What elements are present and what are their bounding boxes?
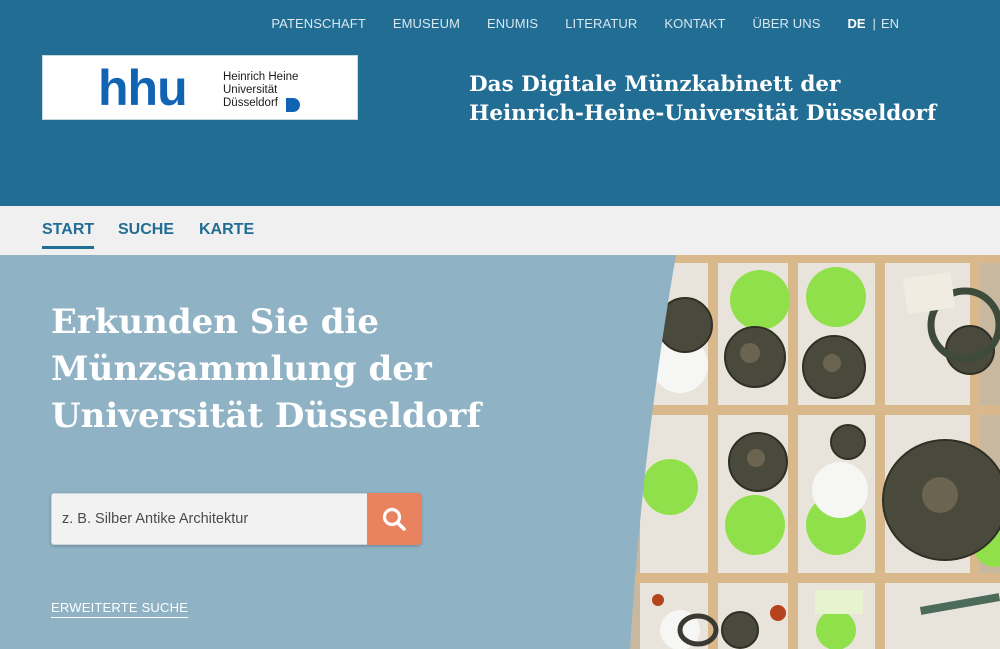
main-navigation: START SUCHE KARTE (0, 206, 1000, 255)
topnav-literatur[interactable]: LITERATUR (565, 16, 637, 31)
site-header: PATENSCHAFT EMUSEUM ENUMIS LITERATUR KON… (0, 0, 1000, 206)
search-input[interactable] (51, 493, 367, 545)
logo-line-1: Heinrich Heine (223, 71, 299, 83)
topnav-emuseum[interactable]: EMUSEUM (393, 16, 460, 31)
logo-wordmark: hhu (98, 60, 188, 116)
topnav-patenschaft[interactable]: PATENSCHAFT (271, 16, 366, 31)
search-form (51, 493, 421, 545)
tab-karte[interactable]: KARTE (199, 221, 254, 239)
hero-heading-line-1: Erkunden Sie die (51, 302, 380, 342)
site-title-line-1: Das Digitale Münzkabinett der (469, 72, 841, 97)
hero-heading-line-2: Münzsammlung der (51, 349, 432, 389)
lang-de[interactable]: DE (847, 16, 865, 31)
topnav-ueber-uns[interactable]: ÜBER UNS (753, 16, 821, 31)
tab-suche[interactable]: SUCHE (118, 221, 174, 239)
lang-separator: | (872, 15, 876, 31)
topnav-kontakt[interactable]: KONTAKT (664, 16, 725, 31)
site-title: Das Digitale Münzkabinett der Heinrich-H… (469, 70, 936, 128)
hero-heading-line-3: Universität Düsseldorf (51, 396, 481, 436)
topnav-enumis[interactable]: ENUMIS (487, 16, 538, 31)
hero-section: Erkunden Sie die Münzsammlung der Univer… (0, 255, 1000, 649)
logo-line-2: Universität (223, 84, 278, 96)
hhu-logo-mark-icon (286, 98, 300, 112)
tab-start[interactable]: START (42, 221, 95, 249)
language-switcher: DE | EN (847, 16, 899, 31)
top-navigation: PATENSCHAFT EMUSEUM ENUMIS LITERATUR KON… (244, 14, 1000, 32)
hero-heading: Erkunden Sie die Münzsammlung der Univer… (51, 299, 521, 440)
site-title-line-2: Heinrich-Heine-Universität Düsseldorf (469, 101, 937, 126)
advanced-search-link[interactable]: ERWEITERTE SUCHE (51, 600, 189, 618)
search-button[interactable] (367, 493, 421, 545)
lang-en[interactable]: EN (881, 16, 899, 31)
search-icon (382, 507, 406, 531)
hhu-logo[interactable]: hhu Heinrich Heine Universität Düsseldor… (42, 55, 358, 120)
